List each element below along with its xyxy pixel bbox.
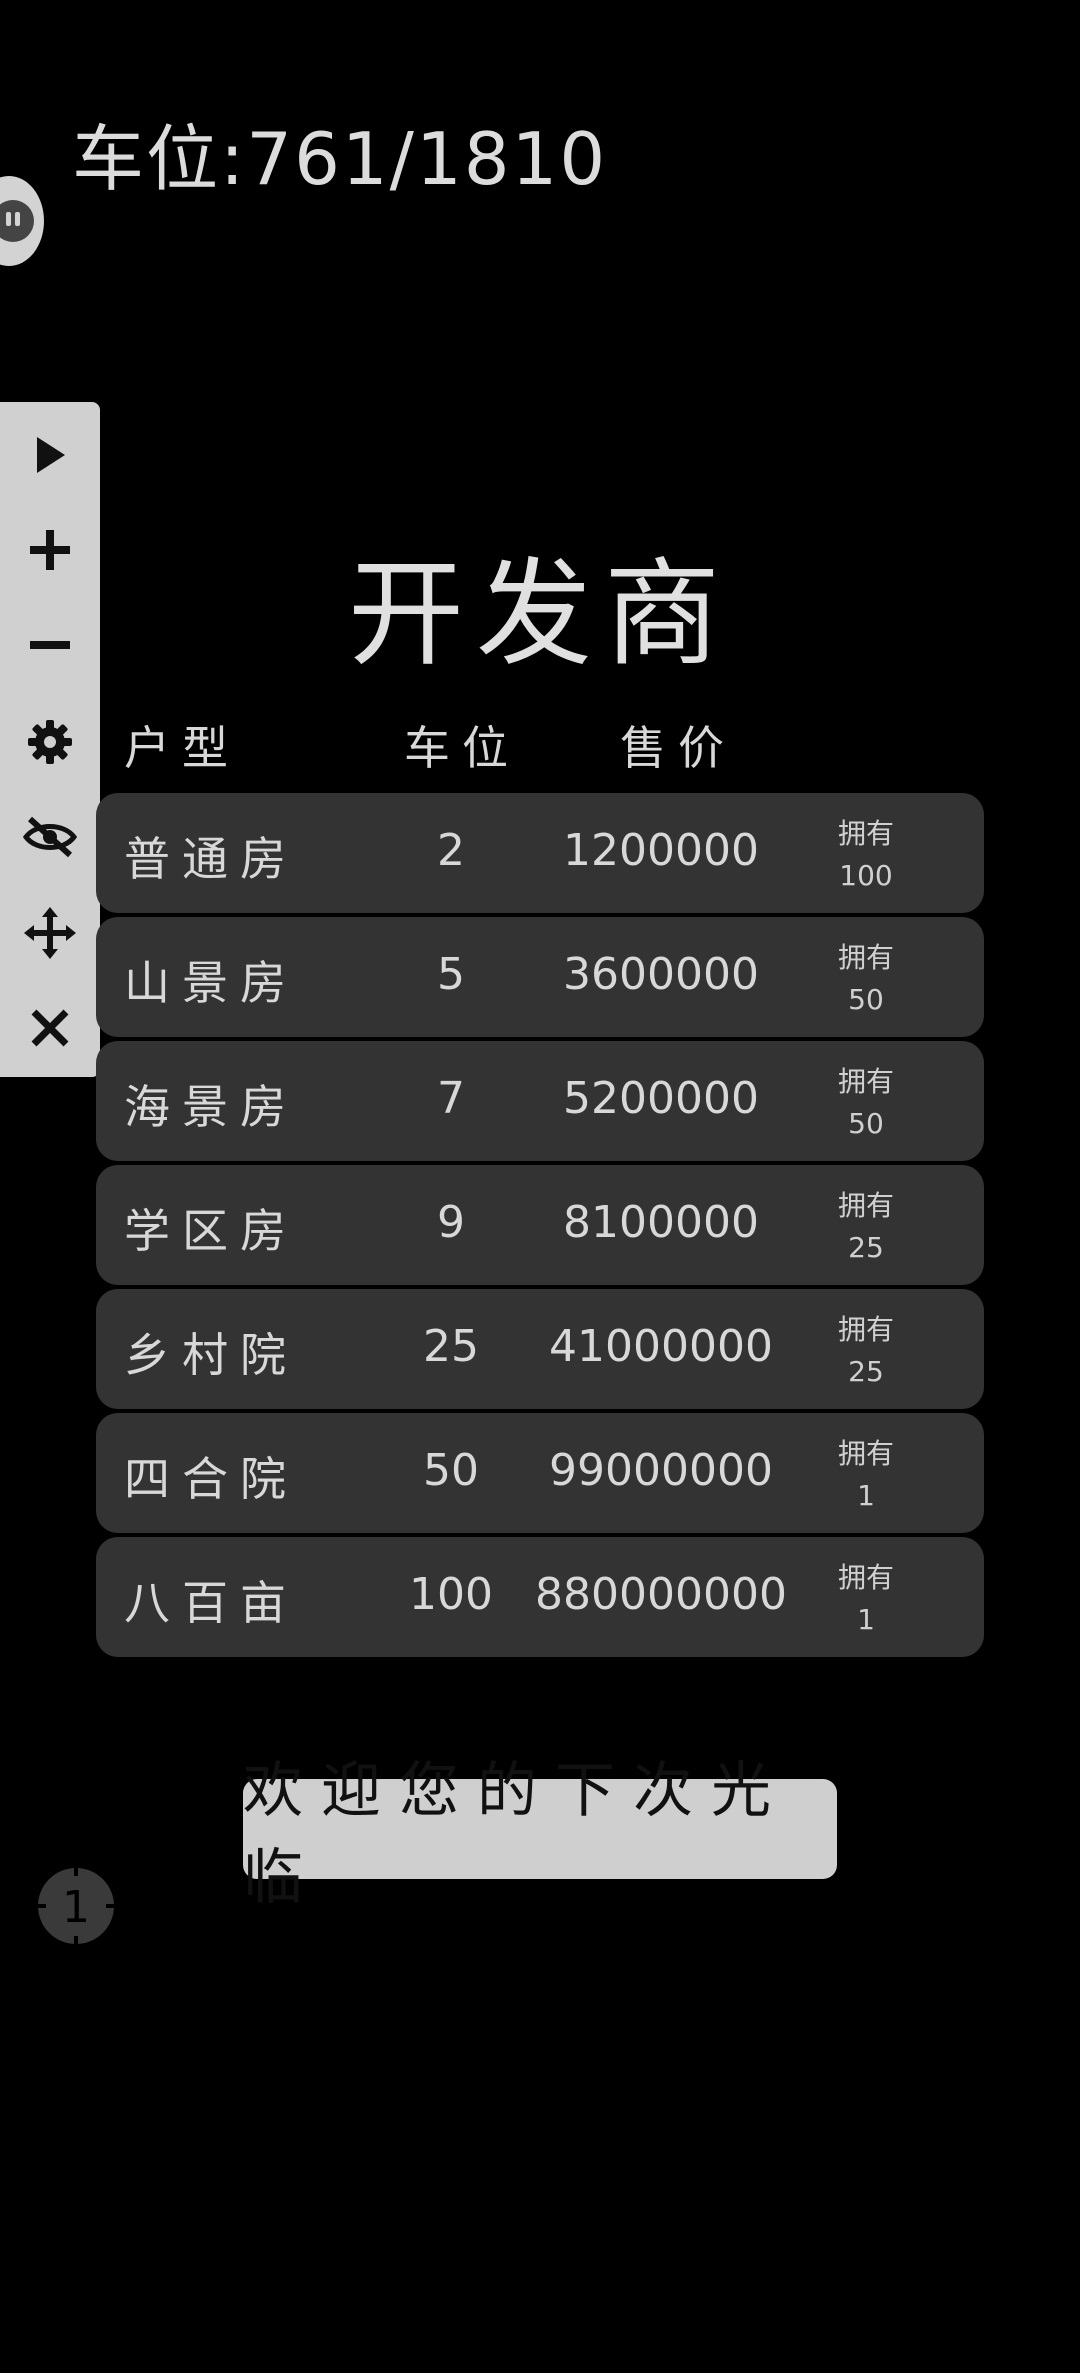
row-house-type: 学区房 [124, 1204, 298, 1258]
farewell-button[interactable]: 欢迎您的下次光临 [243, 1756, 837, 1913]
gear-icon [28, 720, 72, 764]
own-label: 拥有 [837, 1313, 894, 1346]
row-spots: 2 [437, 825, 465, 876]
row-price: 41000000 [549, 1321, 773, 1372]
own-count: 50 [848, 983, 884, 1016]
settings-button[interactable] [0, 707, 100, 777]
floating-assistant-button[interactable] [0, 176, 44, 266]
parking-counter: 车位:761/1810 [72, 117, 608, 201]
row-house-type: 乡村院 [124, 1328, 298, 1382]
own-label: 拥有 [837, 1189, 894, 1222]
own-label: 拥有 [837, 1561, 894, 1594]
pause-icon [0, 200, 34, 242]
own-label: 拥有 [837, 817, 894, 850]
crosshair-label: 1 [62, 1882, 90, 1933]
table-row[interactable]: 八百亩 100 880000000 拥有 1 [96, 1537, 984, 1657]
close-button[interactable] [0, 993, 100, 1063]
close-icon [31, 1009, 69, 1047]
row-owned: 拥有 1 [816, 1557, 916, 1641]
table-row[interactable]: 山景房 5 3600000 拥有 50 [96, 917, 984, 1037]
eye-off-icon [22, 816, 78, 858]
row-price: 5200000 [563, 1073, 759, 1124]
play-icon [37, 437, 65, 473]
row-owned: 拥有 50 [816, 1061, 916, 1145]
table-row[interactable]: 乡村院 25 41000000 拥有 25 [96, 1289, 984, 1409]
row-spots: 25 [423, 1321, 479, 1372]
row-house-type: 八百亩 [124, 1576, 298, 1630]
table-row[interactable]: 普通房 2 1200000 拥有 100 [96, 793, 984, 913]
own-count: 50 [848, 1107, 884, 1140]
row-price: 3600000 [563, 949, 759, 1000]
column-header-type: 户型 [124, 721, 240, 775]
row-price: 880000000 [535, 1569, 787, 1620]
table-row[interactable]: 四合院 50 99000000 拥有 1 [96, 1413, 984, 1533]
row-owned: 拥有 100 [816, 813, 916, 897]
move-icon [24, 907, 76, 959]
row-spots: 50 [423, 1445, 479, 1496]
own-count: 1 [857, 1603, 875, 1636]
own-count: 25 [848, 1231, 884, 1264]
row-owned: 拥有 25 [816, 1185, 916, 1269]
row-spots: 5 [437, 949, 465, 1000]
row-owned: 拥有 50 [816, 937, 916, 1021]
row-spots: 100 [409, 1569, 493, 1620]
row-spots: 7 [437, 1073, 465, 1124]
column-header-price: 售价 [620, 721, 736, 775]
own-count: 1 [857, 1479, 875, 1512]
hide-button[interactable] [0, 802, 100, 872]
row-house-type: 海景房 [124, 1080, 298, 1134]
row-price: 1200000 [563, 825, 759, 876]
row-spots: 9 [437, 1197, 465, 1248]
own-count: 100 [839, 859, 893, 892]
table-row[interactable]: 学区房 9 8100000 拥有 25 [96, 1165, 984, 1285]
page-title: 开发商 [348, 547, 732, 682]
row-owned: 拥有 1 [816, 1433, 916, 1517]
own-count: 25 [848, 1355, 884, 1388]
row-owned: 拥有 25 [816, 1309, 916, 1393]
own-label: 拥有 [837, 1065, 894, 1098]
own-label: 拥有 [837, 1437, 894, 1470]
row-price: 8100000 [563, 1197, 759, 1248]
crosshair-icon[interactable]: 1 [34, 1864, 118, 1948]
play-button[interactable] [0, 420, 100, 490]
move-button[interactable] [0, 898, 100, 968]
row-price: 99000000 [549, 1445, 773, 1496]
row-house-type: 四合院 [124, 1452, 298, 1506]
row-house-type: 山景房 [124, 956, 298, 1010]
row-house-type: 普通房 [124, 832, 298, 886]
column-header-spots: 车位 [404, 721, 520, 775]
table-row[interactable]: 海景房 7 5200000 拥有 50 [96, 1041, 984, 1161]
own-label: 拥有 [837, 941, 894, 974]
